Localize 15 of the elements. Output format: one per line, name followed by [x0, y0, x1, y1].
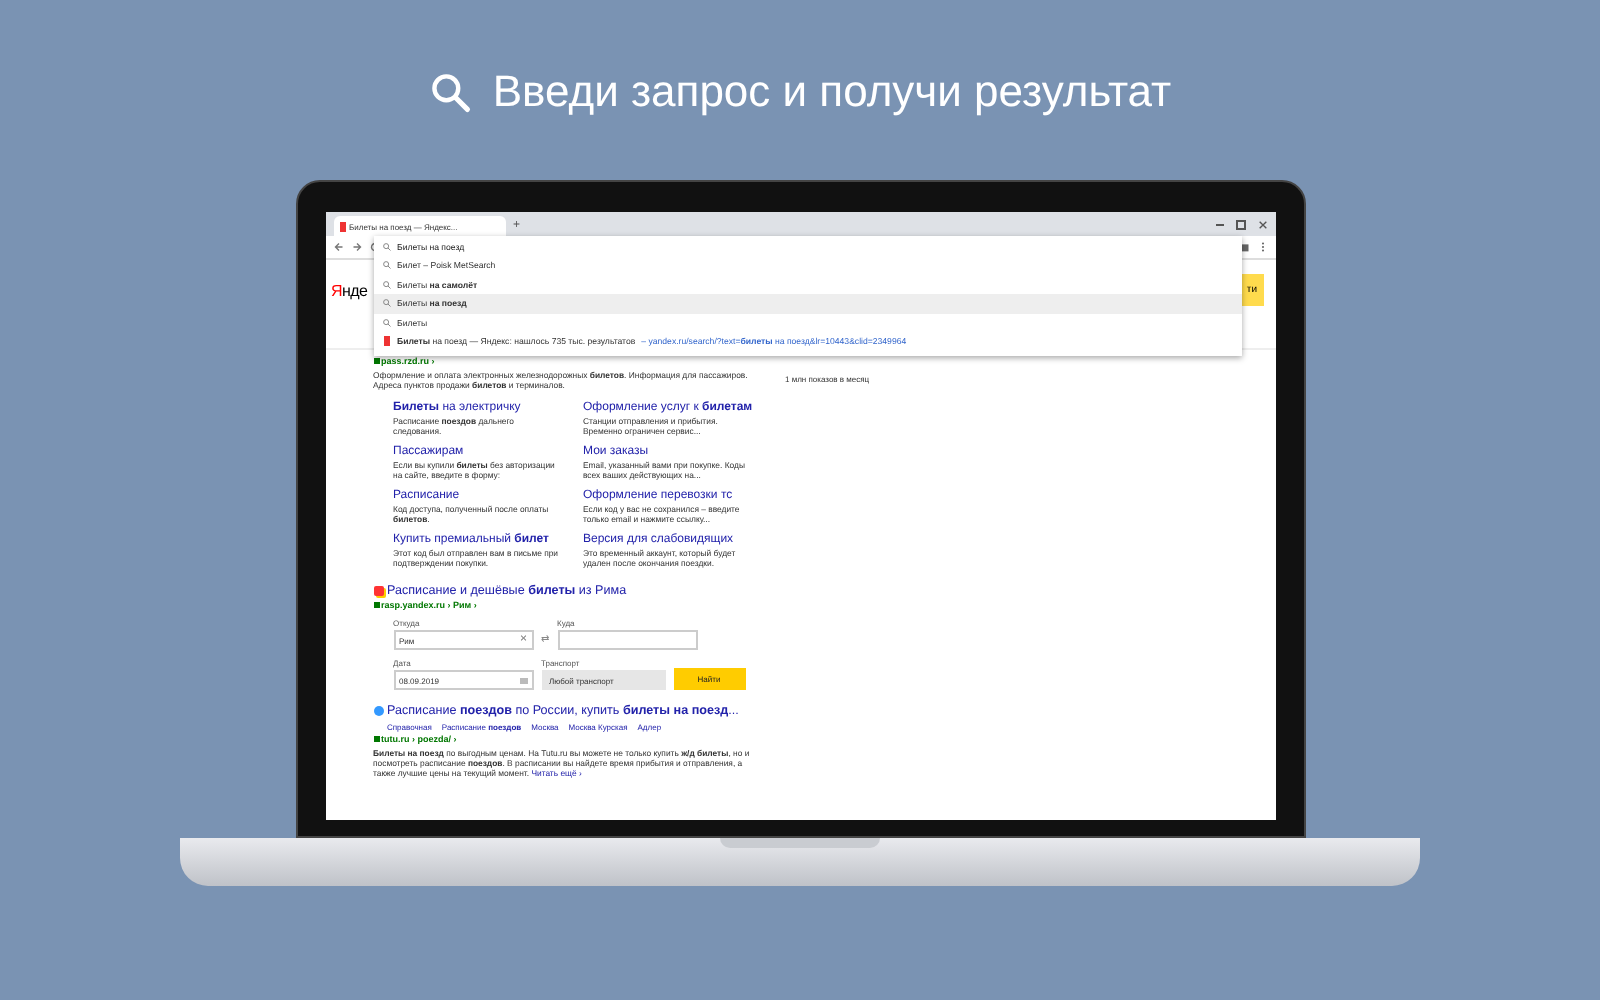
- headline: Введи запрос и получи результат: [492, 66, 1172, 118]
- site-icon: [383, 336, 389, 347]
- maximize-icon[interactable]: [1235, 219, 1245, 229]
- search-icon: [381, 279, 391, 290]
- to-field[interactable]: [557, 630, 697, 651]
- site-icon: [373, 706, 383, 717]
- back-icon[interactable]: [331, 240, 345, 254]
- search-icon: [381, 260, 391, 271]
- search-icon: [381, 317, 391, 328]
- yandex-logo[interactable]: Янде: [331, 281, 368, 299]
- search-icon: [428, 70, 473, 114]
- search-icon: [381, 298, 391, 309]
- close-icon[interactable]: [1257, 219, 1267, 229]
- search-icon: [381, 241, 391, 251]
- forward-icon[interactable]: [349, 240, 363, 254]
